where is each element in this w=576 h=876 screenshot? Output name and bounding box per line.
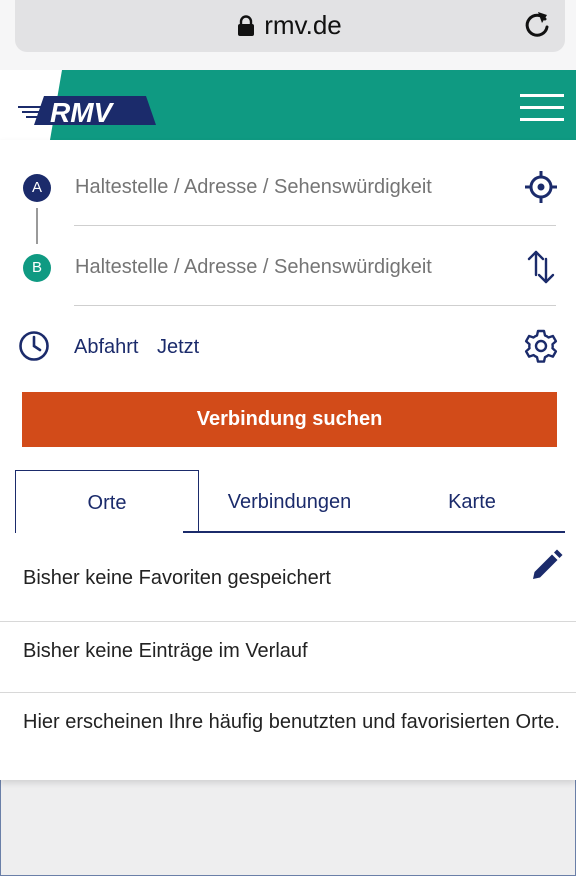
address-bar[interactable]: rmv.de bbox=[15, 0, 565, 52]
places-info-text: Hier erscheinen Ihre häufig benutzten un… bbox=[23, 711, 560, 733]
url-text: rmv.de bbox=[264, 10, 342, 40]
destination-divider bbox=[74, 305, 556, 306]
reload-icon[interactable] bbox=[523, 10, 551, 45]
tab-karte[interactable]: Karte bbox=[381, 470, 563, 532]
clock-icon[interactable] bbox=[18, 330, 50, 367]
edit-icon[interactable] bbox=[530, 548, 564, 587]
favorites-divider bbox=[0, 621, 576, 622]
departure-mode[interactable]: Abfahrt bbox=[74, 336, 138, 359]
tab-orte[interactable]: Orte bbox=[15, 470, 199, 533]
destination-badge: B bbox=[23, 254, 51, 282]
lock-icon bbox=[238, 13, 255, 44]
menu-icon[interactable] bbox=[520, 94, 564, 122]
favorites-empty-text: Bisher keine Favoriten gespeichert bbox=[23, 567, 331, 589]
settings-icon[interactable] bbox=[524, 329, 558, 368]
tab-bar: Orte Verbindungen Karte bbox=[15, 470, 565, 533]
tab-underline bbox=[183, 531, 565, 533]
locate-icon[interactable] bbox=[524, 170, 558, 209]
rmv-logo[interactable]: RMV bbox=[18, 96, 158, 133]
search-connection-button[interactable]: Verbindung suchen bbox=[22, 392, 557, 447]
destination-input[interactable] bbox=[75, 256, 515, 279]
history-empty-text: Bisher keine Einträge im Verlauf bbox=[23, 640, 308, 662]
journey-planner-card bbox=[0, 140, 576, 780]
origin-divider bbox=[74, 225, 556, 226]
site-header: RMV bbox=[0, 70, 576, 140]
url-display[interactable]: rmv.de bbox=[15, 10, 565, 44]
swap-icon[interactable] bbox=[526, 249, 556, 290]
departure-time[interactable]: Jetzt bbox=[157, 336, 199, 359]
origin-input[interactable] bbox=[75, 176, 515, 199]
svg-text:RMV: RMV bbox=[50, 97, 115, 128]
tab-verbindungen[interactable]: Verbindungen bbox=[198, 470, 381, 532]
history-divider bbox=[0, 692, 576, 693]
browser-chrome: rmv.de bbox=[0, 0, 576, 70]
origin-badge: A bbox=[23, 174, 51, 202]
route-connector bbox=[36, 208, 38, 244]
